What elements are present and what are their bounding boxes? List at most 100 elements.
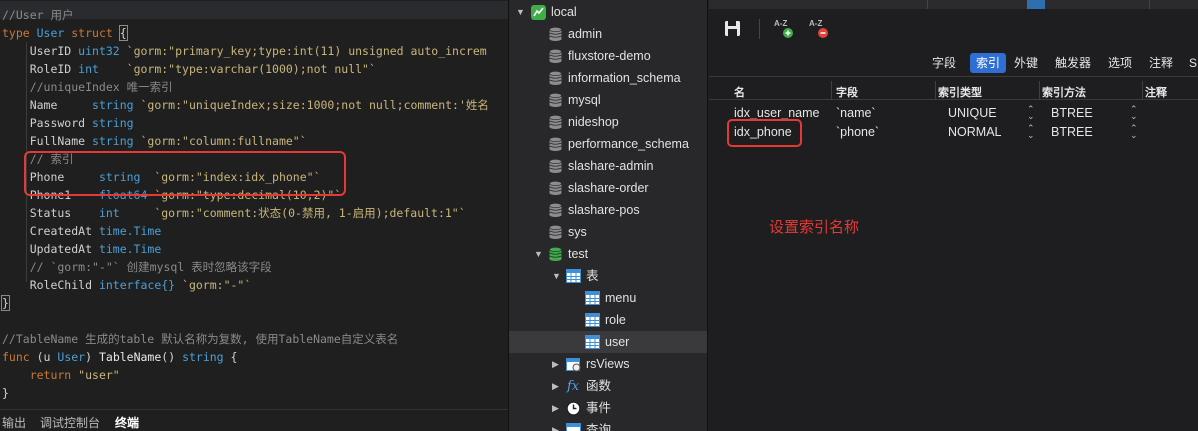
expand-arrow-icon[interactable]: ▶ xyxy=(552,397,559,419)
expand-arrow-icon[interactable]: ▼ xyxy=(534,243,543,265)
database-label: performance_schema xyxy=(568,137,689,151)
tree-row-table[interactable]: menu xyxy=(509,287,707,309)
tree-row-database[interactable]: mysql xyxy=(509,89,707,111)
code-token: func xyxy=(2,350,37,364)
tree-row-database[interactable]: admin xyxy=(509,23,707,45)
code-line: RoleChild interface{} `gorm:"-"` xyxy=(2,276,252,294)
expand-arrow-icon[interactable]: ▶ xyxy=(552,419,559,431)
tab-sql-preview[interactable]: S xyxy=(1183,53,1198,73)
expand-arrow-icon[interactable]: ▼ xyxy=(552,265,561,287)
column-header-index-method[interactable]: 索引方法 xyxy=(1042,84,1086,100)
database-icon xyxy=(549,115,562,129)
tree-row-functions[interactable]: ▶ fx 函数 xyxy=(509,375,707,397)
index-type-select[interactable]: NORMAL xyxy=(948,125,1001,139)
index-name-annotation-box xyxy=(727,119,802,147)
code-token: return xyxy=(2,368,79,382)
output-tab[interactable]: 输出 xyxy=(2,414,26,431)
expand-arrow-icon[interactable]: ▶ xyxy=(552,375,559,397)
index-method-select[interactable]: BTREE xyxy=(1051,106,1093,120)
clock-icon xyxy=(566,401,581,416)
expand-arrow-icon[interactable]: ▶ xyxy=(552,353,559,375)
window-tab-strip xyxy=(709,0,1198,9)
column-header-index-type[interactable]: 索引类型 xyxy=(938,84,982,100)
save-icon xyxy=(725,21,740,36)
tab-indexes[interactable]: 索引 xyxy=(970,53,1007,73)
tree-row-views[interactable]: ▶ rsViews xyxy=(509,353,707,375)
code-token: RoleID xyxy=(2,62,79,76)
index-field-cell[interactable]: `name` xyxy=(836,106,876,120)
tree-row-table[interactable]: role xyxy=(509,309,707,331)
column-divider[interactable] xyxy=(1142,81,1143,100)
column-divider[interactable] xyxy=(935,81,936,100)
debug-console-tab[interactable]: 调试控制台 xyxy=(40,414,100,431)
save-button[interactable] xyxy=(723,17,745,41)
terminal-tab[interactable]: 终端 xyxy=(115,414,139,431)
tree-row-database[interactable]: information_schema xyxy=(509,67,707,89)
tree-row-database[interactable]: performance_schema xyxy=(509,133,707,155)
add-index-button[interactable]: A-Z xyxy=(773,17,795,41)
database-label: sys xyxy=(568,225,587,239)
code-line: UserID uint32 `gorm:"primary_key;type:in… xyxy=(2,42,487,60)
code-line: Name string `gorm:"uniqueIndex;size:1000… xyxy=(2,96,489,114)
expand-arrow-icon[interactable]: ▼ xyxy=(516,1,525,23)
column-divider[interactable] xyxy=(831,81,832,100)
connection-label: local xyxy=(551,5,577,19)
tree-row-database[interactable]: slashare-order xyxy=(509,177,707,199)
tree-row-database[interactable]: nideshop xyxy=(509,111,707,133)
database-label: test xyxy=(568,247,589,261)
code-token: `gorm:"type:varchar(1000);not null"` xyxy=(126,62,376,76)
tab-foreign-keys[interactable]: 外键 xyxy=(1008,53,1044,73)
code-line: RoleID int `gorm:"type:varchar(1000);not… xyxy=(2,60,376,78)
tree-row-database[interactable]: slashare-pos xyxy=(509,199,707,221)
table-icon xyxy=(585,313,600,327)
query-icon xyxy=(566,423,581,431)
tab-triggers[interactable]: 触发器 xyxy=(1049,53,1097,73)
database-icon xyxy=(549,137,562,151)
updown-chevron-icon[interactable]: ⌃ ⌄ xyxy=(1027,124,1035,140)
code-token: CreatedAt xyxy=(2,224,99,238)
updown-chevron-icon[interactable]: ⌃ ⌄ xyxy=(1130,124,1138,140)
column-header-comment[interactable]: 注释 xyxy=(1145,84,1167,100)
column-divider[interactable] xyxy=(1039,81,1040,100)
code-token: Name xyxy=(2,98,93,112)
table-icon xyxy=(585,291,600,305)
code-token: int xyxy=(78,62,127,76)
tree-row-database[interactable]: sys xyxy=(509,221,707,243)
database-icon xyxy=(549,159,562,173)
add-index-icon: A-Z xyxy=(774,19,793,38)
code-editor[interactable]: //User 用户 type User struct { UserID uint3… xyxy=(0,0,508,431)
tab-comments[interactable]: 注释 xyxy=(1143,53,1179,73)
tree-row-table[interactable]: user xyxy=(509,331,707,353)
code-token: `gorm:"-"` xyxy=(182,278,252,292)
code-token: `gorm:"primary_key;type:int(11) unsigned… xyxy=(126,44,487,58)
column-header-field[interactable]: 字段 xyxy=(836,84,858,100)
tab-options[interactable]: 选项 xyxy=(1102,53,1138,73)
code-line: UpdatedAt time.Time xyxy=(2,240,162,258)
tree-row-database[interactable]: fluxstore-demo xyxy=(509,45,707,67)
code-line: } xyxy=(2,384,9,402)
updown-chevron-icon[interactable]: ⌃ ⌄ xyxy=(1130,105,1138,121)
updown-chevron-icon[interactable]: ⌃ ⌄ xyxy=(1027,105,1035,121)
tab-fields[interactable]: 字段 xyxy=(926,53,962,73)
code-token: interface{} xyxy=(98,278,183,292)
index-name-cell[interactable]: idx_user_name xyxy=(734,106,819,120)
index-method-select[interactable]: BTREE xyxy=(1051,125,1093,139)
tree-row-tables-group[interactable]: ▼ 表 xyxy=(509,265,707,287)
code-token: Status xyxy=(2,206,99,220)
functions-label: 函数 xyxy=(586,379,612,393)
toolbar-separator xyxy=(759,19,760,39)
delete-index-button[interactable]: A-Z xyxy=(808,17,830,41)
code-line: //TableName 生成的table 默认名称为复数, 使用TableNam… xyxy=(2,330,398,348)
code-token: //User 用户 xyxy=(2,8,74,22)
tree-row-database[interactable]: slashare-admin xyxy=(509,155,707,177)
tree-row-queries[interactable]: ▶ 查询 xyxy=(509,419,707,431)
index-type-select[interactable]: UNIQUE xyxy=(948,106,997,120)
code-line: func (u User) TableName() string { xyxy=(2,348,237,366)
column-header-name[interactable]: 名 xyxy=(734,84,745,100)
code-token: (u xyxy=(36,350,58,364)
tree-row-database[interactable]: ▼ test xyxy=(509,243,707,265)
tree-row-connection[interactable]: ▼ local xyxy=(509,1,707,23)
annotation-text: 设置索引名称 xyxy=(769,219,860,236)
tree-row-events[interactable]: ▶ 事件 xyxy=(509,397,707,419)
index-field-cell[interactable]: `phone` xyxy=(836,125,879,139)
